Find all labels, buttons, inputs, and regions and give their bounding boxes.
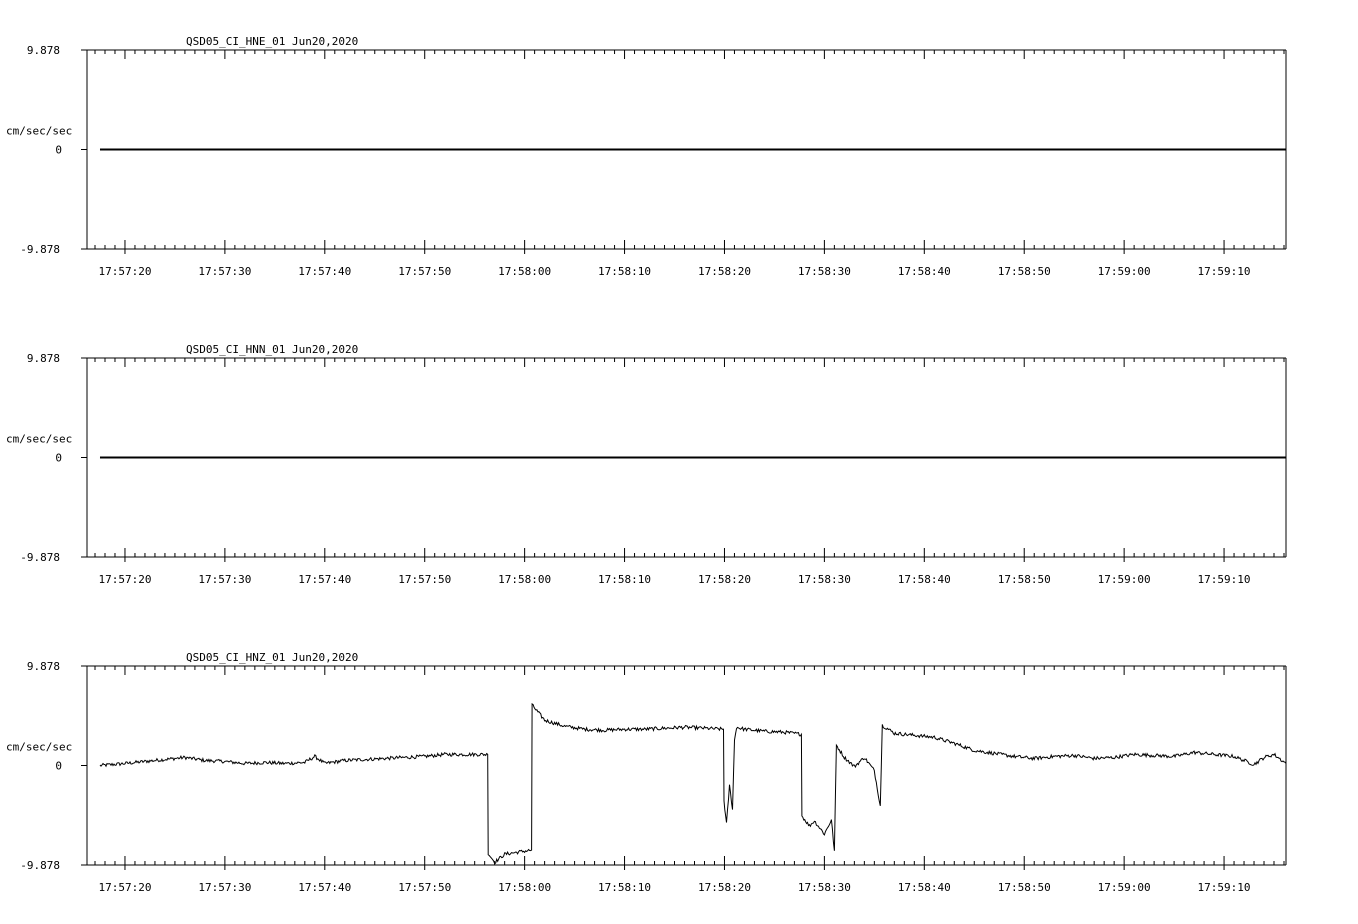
x-tick-label: 17:58:30 [798,881,851,894]
x-tick-label: 17:59:10 [1198,265,1251,278]
x-tick-label: 17:58:50 [998,265,1051,278]
x-tick-label: 17:57:20 [98,881,151,894]
x-tick-label: 17:58:30 [798,573,851,586]
x-tick-label: 17:58:50 [998,881,1051,894]
panel-title: QSD05_CI_HNZ_01 Jun20,2020 [186,651,358,664]
x-tick-label: 17:59:00 [1098,265,1151,278]
y-axis-label: cm/sec/sec [6,433,72,446]
x-tick-label: 17:58:40 [898,573,951,586]
x-tick-label: 17:57:30 [198,573,251,586]
panel-2: 9.878 0 -9.878 cm/sec/sec QSD05_CI_HNN_01 Ju… [6,343,1287,586]
x-tick-label: 17:57:50 [398,881,451,894]
x-tick-label: 17:58:10 [598,881,651,894]
x-tick-label: 17:58:10 [598,573,651,586]
y-tick-label: -9.878 [20,243,60,256]
x-tick-label: 17:58:40 [898,265,951,278]
x-tick-label: 17:59:10 [1198,573,1251,586]
y-tick-label: 9.878 [27,44,60,57]
x-tick-label: 17:57:20 [98,573,151,586]
y-axis-label: cm/sec/sec [6,125,72,138]
y-tick-label: 9.878 [27,352,60,365]
x-tick-label: 17:57:20 [98,265,151,278]
x-tick-label: 17:58:00 [498,265,551,278]
x-tick-label: 17:59:00 [1098,573,1151,586]
y-tick-label: -9.878 [20,551,60,564]
x-tick-label: 17:57:50 [398,265,451,278]
panel-title: QSD05_CI_HNE_01 Jun20,2020 [186,35,358,48]
x-tick-label: 17:58:20 [698,573,751,586]
x-tick-label: 17:58:20 [698,881,751,894]
x-tick-label: 17:57:50 [398,573,451,586]
x-tick-label: 17:59:00 [1098,881,1151,894]
x-tick-label: 17:58:50 [998,573,1051,586]
y-axis-label: cm/sec/sec [6,741,72,754]
panel-1: 9.878 0 -9.878 cm/sec/sec QSD05_CI_HNE_01 Ju… [6,35,1287,278]
y-tick-label: 0 [55,760,62,773]
series-line [99,702,1287,865]
x-tick-label: 17:57:30 [198,265,251,278]
x-tick-label: 17:58:30 [798,265,851,278]
x-tick-label: 17:58:10 [598,265,651,278]
y-tick-label: -9.878 [20,859,60,872]
x-tick-label: 17:57:40 [298,265,351,278]
x-tick-label: 17:57:40 [298,573,351,586]
y-tick-label: 9.878 [27,660,60,673]
x-tick-label: 17:57:30 [198,881,251,894]
seismogram-figure: 9.878 0 -9.878 cm/sec/sec QSD05_CI_HNE_01 Ju… [6,35,1287,894]
x-tick-label: 17:58:40 [898,881,951,894]
x-tick-label: 17:57:40 [298,881,351,894]
panel-title: QSD05_CI_HNN_01 Jun20,2020 [186,343,358,356]
y-tick-label: 0 [55,452,62,465]
x-tick-label: 17:58:00 [498,881,551,894]
x-tick-label: 17:59:10 [1198,881,1251,894]
panel-3: 9.878 0 -9.878 cm/sec/sec QSD05_CI_HNZ_01 Ju… [6,651,1287,894]
x-tick-label: 17:58:00 [498,573,551,586]
x-tick-label: 17:58:20 [698,265,751,278]
y-tick-label: 0 [55,144,62,157]
